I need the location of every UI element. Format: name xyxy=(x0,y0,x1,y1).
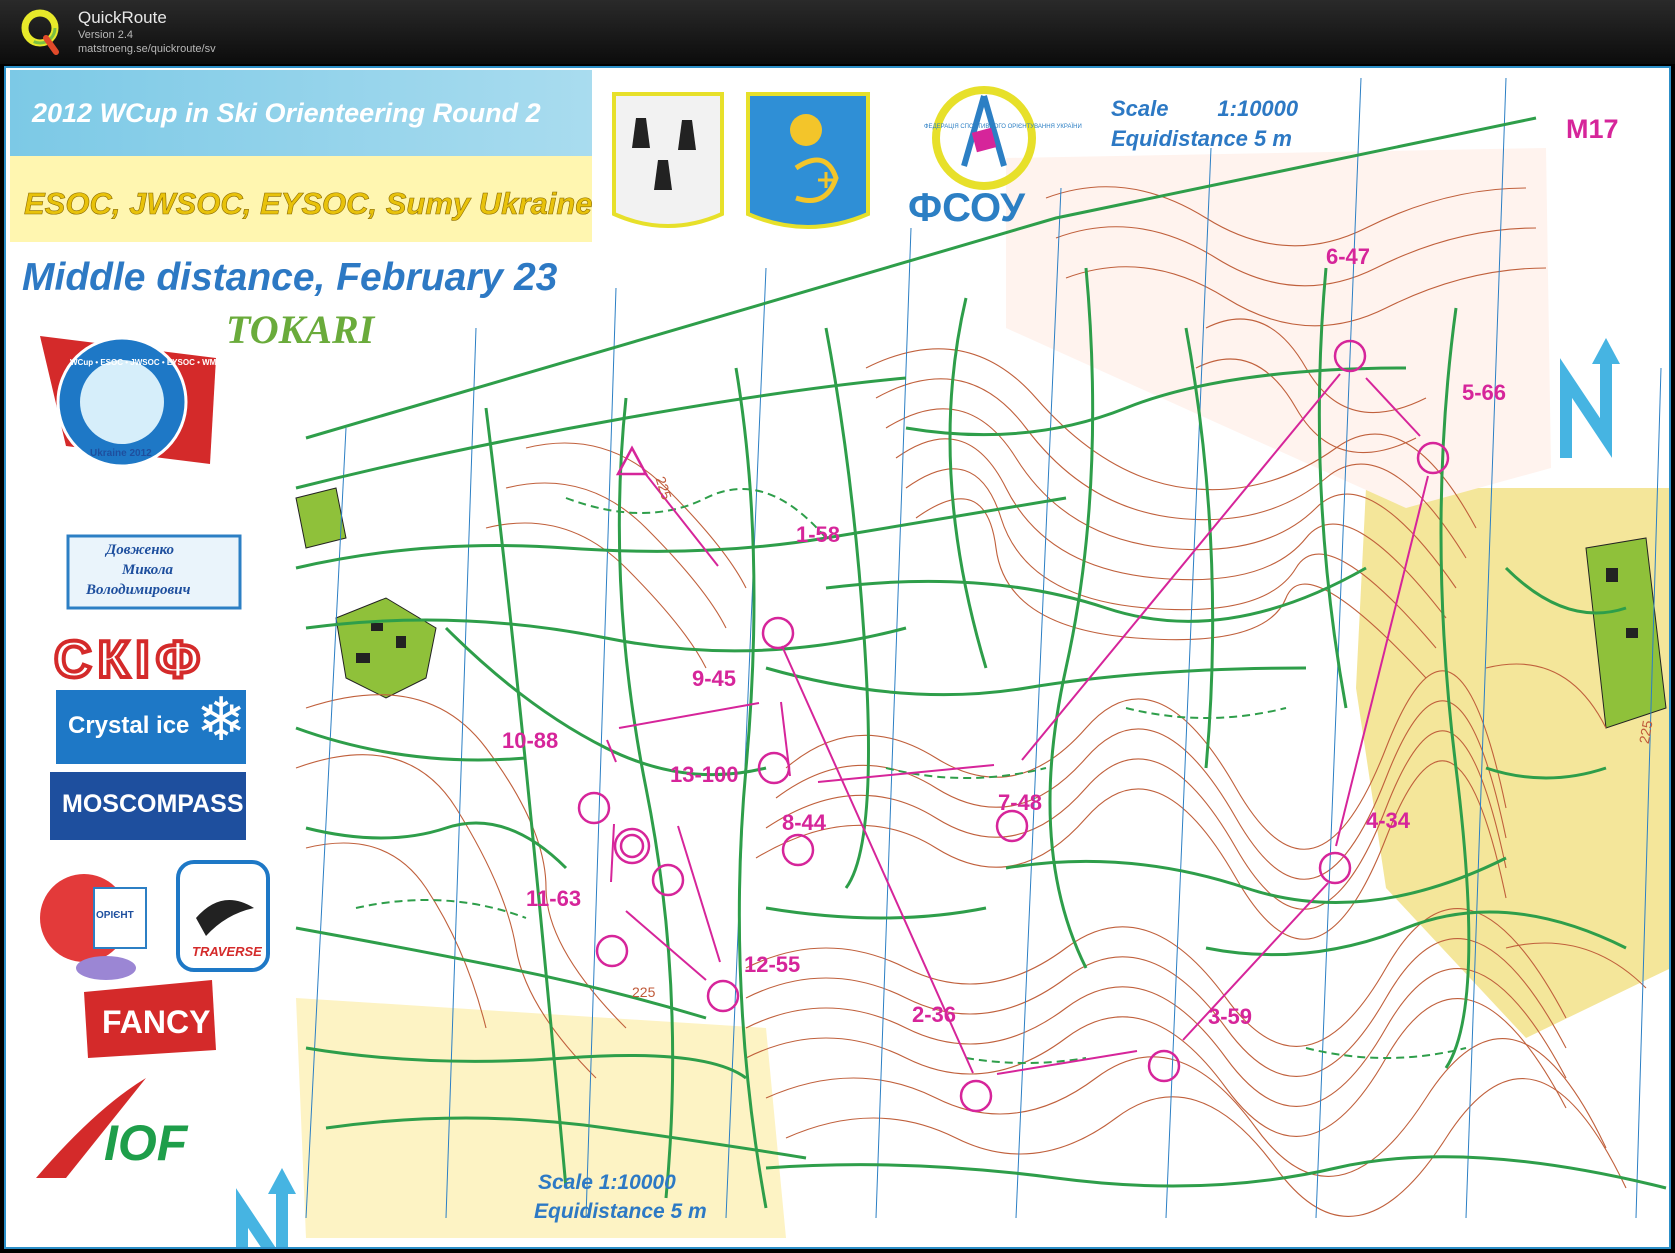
control-label-3: 3-59 xyxy=(1208,1004,1253,1029)
bags-coat-of-arms-icon xyxy=(612,92,724,228)
fsou-ring-text: ФЕДЕРАЦІЯ СПОРТИВНОГО ОРІЄНТУВАННЯ УКРАЇ… xyxy=(924,124,1082,130)
scale-info-top: Scale 1:10000 Equidistance 5 m xyxy=(1111,94,1298,154)
fsou-emblem-icon xyxy=(932,86,1036,190)
event-subtitle: ESOC, JWSOC, EYSOC, Sumy Ukraine xyxy=(24,186,593,222)
app-title: QuickRoute xyxy=(78,8,167,27)
event-title: 2012 WCup in Ski Orienteering Round 2 xyxy=(32,98,541,128)
skif-logo: СКІФ xyxy=(52,629,207,691)
contour-label: 225 xyxy=(632,984,656,1000)
control-label-10: 10-88 xyxy=(502,728,559,753)
championship-badge-icon xyxy=(40,336,216,468)
map-viewport[interactable]: 2012 WCup in Ski Orienteering Round 2 ES… xyxy=(4,66,1671,1249)
signature-line-3: Володимирович xyxy=(86,582,191,598)
control-label-4: 4-34 xyxy=(1366,808,1411,833)
control-label-6: 6-47 xyxy=(1326,244,1371,269)
snowflake-icon: ❄ xyxy=(196,686,247,753)
title-bar: QuickRoute Version 2.4 matstroeng.se/qui… xyxy=(0,0,1675,64)
north-arrow-bottom-icon xyxy=(236,1168,296,1247)
control-label-9: 9-45 xyxy=(692,666,737,691)
traverse-text: TRAVERSE xyxy=(192,944,262,959)
control-label-12: 12-55 xyxy=(744,952,801,977)
orienteering-map xyxy=(36,77,1669,1247)
badge-year: Ukraine 2012 xyxy=(90,448,152,459)
crystal-ice-text: Crystal ice xyxy=(68,712,190,739)
signature-line-1: Довженко xyxy=(106,542,175,558)
scale-text: Scale 1:10000 xyxy=(1111,96,1299,121)
control-label-8: 8-44 xyxy=(782,810,827,835)
quickroute-logo-icon xyxy=(21,9,59,55)
signature-line-2: Микола xyxy=(122,562,174,578)
scale-text-bottom: Scale 1:10000 xyxy=(538,1171,676,1194)
app-version: Version 2.4 xyxy=(78,29,134,41)
race-title: Middle distance, February 23 xyxy=(22,256,558,299)
moscompass-text: MOSCOMPASS xyxy=(62,790,244,818)
equidistance-text: Equidistance 5 m xyxy=(1111,126,1292,151)
control-label-13: 13-100 xyxy=(670,762,739,787)
north-arrow-icon xyxy=(1560,338,1620,458)
iof-text: IOF xyxy=(104,1115,188,1171)
course-class-label: M17 xyxy=(1566,114,1619,144)
ski-tracks xyxy=(355,488,1467,1064)
sumy-coat-of-arms-icon xyxy=(746,92,870,229)
orient-mascot-text: ОРІЄНТ xyxy=(96,910,134,921)
course-lines xyxy=(606,373,1429,1075)
control-label-5: 5-66 xyxy=(1462,380,1507,405)
equidistance-text-bottom: Equidistance 5 m xyxy=(534,1200,707,1223)
scale-info-bottom: Scale 1:10000 Equidistance 5 m xyxy=(534,1168,707,1226)
control-label-11: 11-63 xyxy=(526,886,582,911)
control-label-2: 2-36 xyxy=(912,1002,957,1027)
control-label-1: 1-58 xyxy=(796,522,841,547)
settlement-west xyxy=(295,487,437,699)
fancy-text: FANCY xyxy=(102,1004,211,1040)
orient-mascot-icon xyxy=(40,874,147,980)
control-label-7: 7-48 xyxy=(998,790,1043,815)
fsou-name: ФСОУ xyxy=(908,186,1026,230)
app-url[interactable]: matstroeng.se/quickroute/sv xyxy=(78,43,216,55)
venue-name: TOKARI xyxy=(226,307,375,352)
badge-ring-text: WCup • ESOC • JWSOC • EYSOC • WMSOC xyxy=(70,358,234,367)
